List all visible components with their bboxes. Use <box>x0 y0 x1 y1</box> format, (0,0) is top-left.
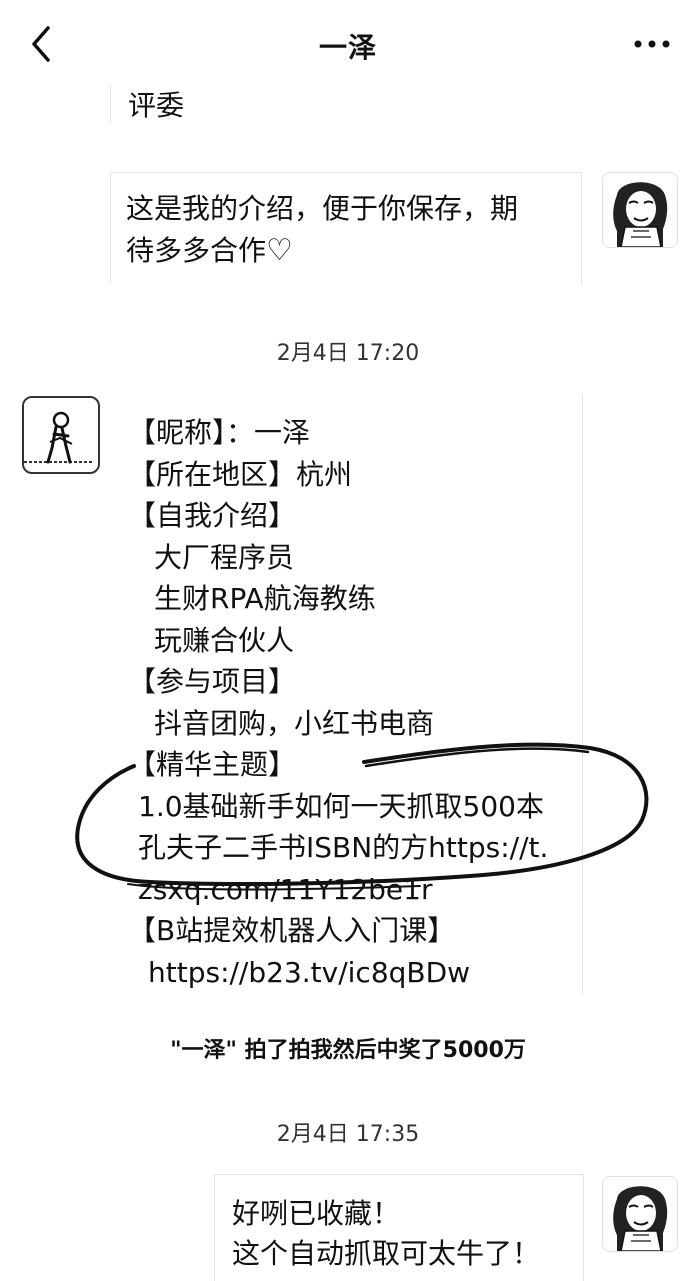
heart-icon: ♡ <box>266 233 293 268</box>
timestamp: 2月4日 17:20 <box>276 341 420 366</box>
message-bubble-self[interactable]: 这是我的介绍，便于你保存，期 待多多合作♡ <box>112 172 582 282</box>
profile-bili-header: 【B站提效机器人入门课】 <box>128 914 456 947</box>
profile-intro-header: 【自我介绍】 <box>128 499 297 532</box>
avatar-self[interactable] <box>602 1176 678 1252</box>
message-text: 这是我的介绍，便于你保存，期 待多多合作♡ <box>126 188 518 272</box>
user-avatar-icon <box>603 1177 677 1251</box>
message-text: 这个自动抓取可太牛了！ <box>232 1237 541 1270</box>
profile-projects-header: 【参与项目】 <box>128 665 297 698</box>
chat-title: 一泽 <box>318 31 377 64</box>
profile-project-item: 抖音团购，小红书电商 <box>154 706 435 740</box>
profile-highlight-link[interactable]: zsxq.com/11Y12be1r <box>128 869 548 911</box>
contact-avatar-icon <box>24 398 94 468</box>
pat-system-note: "一泽" 拍了拍我然后中奖了5000万 <box>170 1038 526 1063</box>
profile-highlight-link[interactable]: 孔夫子二手书ISBN的方https://t. <box>128 827 548 869</box>
message-bubble-self[interactable]: 好咧已收藏！ 这个自动抓取可太牛了！ <box>216 1174 582 1280</box>
message-text: 好咧已收藏！ <box>232 1197 401 1230</box>
bubble-edge <box>110 84 111 124</box>
message-text: 评委 <box>128 89 185 122</box>
profile-nickname: 【昵称】：一泽 <box>128 416 311 449</box>
profile-highlight-line: 1.0基础新手如何一天抓取500本 <box>138 789 544 823</box>
chat-header: 一泽 <box>0 0 696 90</box>
profile-bili-link[interactable]: https://b23.tv/ic8qBDw <box>128 952 548 994</box>
avatar-contact[interactable] <box>22 396 100 474</box>
profile-intro-item: 玩赚合伙人 <box>154 623 295 657</box>
more-dots-icon <box>634 40 670 48</box>
avatar-self[interactable] <box>602 172 678 248</box>
profile-intro-item: 生财RPA航海教练 <box>154 582 376 615</box>
timestamp: 2月4日 17:35 <box>276 1122 420 1147</box>
more-button[interactable] <box>630 32 674 56</box>
profile-highlight-header: 【精华主题】 <box>128 748 297 781</box>
profile-intro-item: 大厂程序员 <box>154 540 295 574</box>
user-avatar-icon <box>603 173 677 247</box>
profile-card-message[interactable]: 【昵称】：一泽 【所在地区】杭州 【自我介绍】 大厂程序员 生财RPA航海教练 … <box>128 412 548 993</box>
profile-region: 【所在地区】杭州 <box>128 457 353 491</box>
message-text-content: 这是我的介绍，便于你保存，期 待多多合作 <box>126 192 519 267</box>
